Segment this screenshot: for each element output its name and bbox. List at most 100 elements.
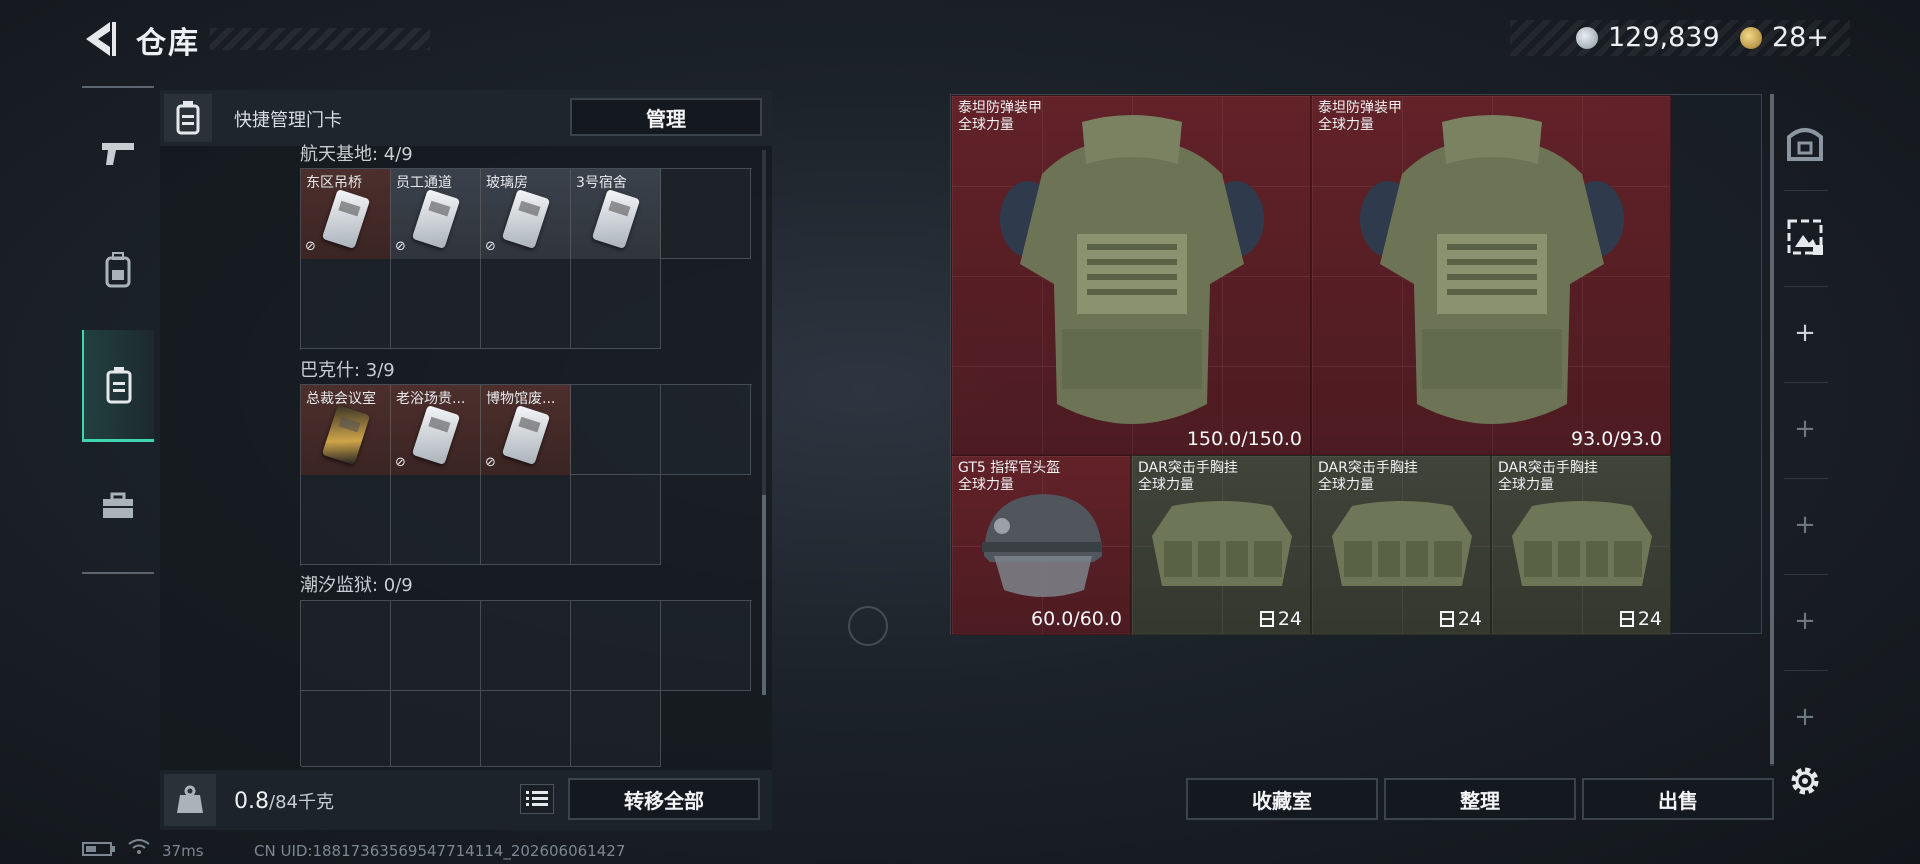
plus-icon: + (1794, 318, 1816, 348)
keycard-item[interactable]: 博物馆废... ⊘ (481, 385, 571, 475)
backpack-icon (105, 252, 131, 288)
keycard-grid-tidal-prison (300, 600, 752, 767)
chest-rig-icon (1512, 501, 1652, 586)
pistol-icon (102, 143, 134, 165)
rail-tab-weapons[interactable] (82, 118, 154, 190)
keycard-item[interactable]: 员工通道 ⊘ (391, 169, 481, 259)
keycard-scroll-thumb[interactable] (762, 495, 766, 695)
keycard-item[interactable]: 3号宿舍 (571, 169, 661, 259)
currency-gold-value[interactable]: 28+ (1772, 22, 1829, 53)
keycard-icon (411, 405, 461, 465)
back-arrow-icon (86, 22, 116, 56)
battery-icon (82, 842, 116, 860)
no-transfer-icon: ⊘ (305, 239, 316, 254)
item-capacity: 24 (1277, 608, 1302, 630)
crosshair-icon (848, 606, 888, 646)
chest-rig-icon (1152, 501, 1292, 586)
keycard-icon (591, 189, 641, 249)
rail-tab-tools[interactable] (82, 470, 154, 542)
weight-max: /84千克 (269, 792, 334, 813)
item-faction: 全球力量 (1138, 477, 1194, 493)
list-view-button[interactable] (520, 784, 554, 814)
plus-icon: + (1794, 510, 1816, 540)
item-name: DAR突击手胸挂 (1138, 460, 1238, 476)
no-transfer-icon: ⊘ (485, 455, 496, 470)
page-title: 仓库 (136, 26, 200, 61)
rail-tab-gear[interactable] (82, 234, 154, 306)
back-button[interactable] (80, 18, 120, 60)
item-name: DAR突击手胸挂 (1498, 460, 1598, 476)
keycard-item[interactable]: 老浴场贵... ⊘ (391, 385, 481, 475)
section-label-tidal-prison: 潮汐监狱: 0/9 (300, 575, 413, 596)
keycard-icon (411, 189, 461, 249)
transfer-all-button[interactable]: 转移全部 (568, 778, 760, 820)
safe-box-button[interactable] (1780, 118, 1830, 168)
item-durability: 93.0/93.0 (1570, 428, 1662, 450)
item-name: DAR突击手胸挂 (1318, 460, 1418, 476)
organize-button[interactable]: 整理 (1384, 778, 1576, 820)
item-armor-titan[interactable]: 泰坦防弹装甲 全球力量 150.0/150.0 (951, 95, 1311, 455)
helmet-icon (982, 494, 1102, 597)
no-transfer-icon: ⊘ (395, 239, 406, 254)
uid-text: CN UID:18817363569547714114_202606061427 (254, 842, 626, 860)
item-helmet-gt5[interactable]: GT5 指挥官头盔 全球力量 60.0/60.0 (951, 455, 1131, 635)
keycard-icon (501, 405, 551, 465)
item-durability: 150.0/150.0 (1186, 428, 1302, 450)
item-durability: 60.0/60.0 (1030, 608, 1122, 630)
safe-box-icon (1787, 128, 1823, 161)
add-storage-button[interactable]: + (1780, 308, 1830, 358)
add-storage-button[interactable]: + (1780, 692, 1830, 742)
weight-icon (164, 774, 216, 826)
keycard-icon (501, 189, 551, 249)
capacity-icon (1439, 611, 1454, 627)
keycard-grid-bakhsh: 总裁会议室 老浴场贵... ⊘ 博物馆废... ⊘ (300, 384, 752, 566)
manage-button[interactable]: 管理 (570, 98, 762, 136)
keycard-item[interactable]: 东区吊桥 ⊘ (301, 169, 391, 259)
currency-silver-value: 129,839 (1608, 22, 1720, 53)
item-capacity: 24 (1457, 608, 1482, 630)
item-chest-rig-dar[interactable]: DAR突击手胸挂 全球力量 24 (1311, 455, 1491, 635)
list-icon (526, 791, 548, 806)
item-name: GT5 指挥官头盔 (958, 460, 1061, 476)
item-chest-rig-dar[interactable]: DAR突击手胸挂 全球力量 24 (1491, 455, 1671, 635)
keycard-item[interactable]: 总裁会议室 (301, 385, 391, 475)
item-faction: 全球力量 (1498, 477, 1554, 493)
keycard-item[interactable]: 玻璃房 ⊘ (481, 169, 571, 259)
body-armor-icon (1000, 115, 1264, 424)
item-armor-titan[interactable]: 泰坦防弹装甲 全球力量 93.0/93.0 (1311, 95, 1671, 455)
keycard-holder-icon (106, 366, 132, 403)
item-faction: 全球力量 (1318, 477, 1374, 493)
plus-icon: + (1794, 702, 1816, 732)
keycard-grid-aerospace: 东区吊桥 ⊘ 员工通道 ⊘ 玻璃房 ⊘ 3号宿舍 (300, 168, 752, 350)
add-storage-button[interactable]: + (1780, 404, 1830, 454)
keycard-icon (321, 189, 371, 249)
wifi-icon (128, 838, 150, 860)
sell-button[interactable]: 出售 (1582, 778, 1774, 820)
gold-coin-icon (1740, 27, 1762, 49)
section-label-aerospace: 航天基地: 4/9 (300, 144, 413, 165)
capture-button[interactable] (1780, 212, 1830, 262)
settings-button[interactable] (1780, 756, 1830, 806)
ping-value: 37ms (162, 842, 204, 860)
title-decoration (210, 28, 430, 50)
body-armor-icon (1360, 115, 1624, 424)
no-transfer-icon: ⊘ (485, 239, 496, 254)
capture-icon (1787, 219, 1823, 255)
add-storage-button[interactable]: + (1780, 596, 1830, 646)
weight-readout: 0.8/84千克 (234, 788, 334, 814)
capacity-icon (1619, 611, 1634, 627)
collection-room-button[interactable]: 收藏室 (1186, 778, 1378, 820)
item-capacity: 24 (1637, 608, 1662, 630)
keycard-panel-title: 快捷管理门卡 (234, 110, 342, 131)
toolbox-icon (103, 492, 133, 518)
silver-coin-icon (1576, 27, 1598, 49)
capacity-icon (1259, 611, 1274, 627)
item-chest-rig-dar[interactable]: DAR突击手胸挂 全球力量 24 (1131, 455, 1311, 635)
storage-scroll-thumb[interactable] (1770, 94, 1774, 764)
add-storage-button[interactable]: + (1780, 500, 1830, 550)
keycard-icon (321, 405, 371, 465)
rail-tab-keycards[interactable] (82, 330, 154, 442)
plus-icon: + (1794, 606, 1816, 636)
weight-value: 0.8 (234, 789, 269, 814)
no-transfer-icon: ⊘ (395, 455, 406, 470)
